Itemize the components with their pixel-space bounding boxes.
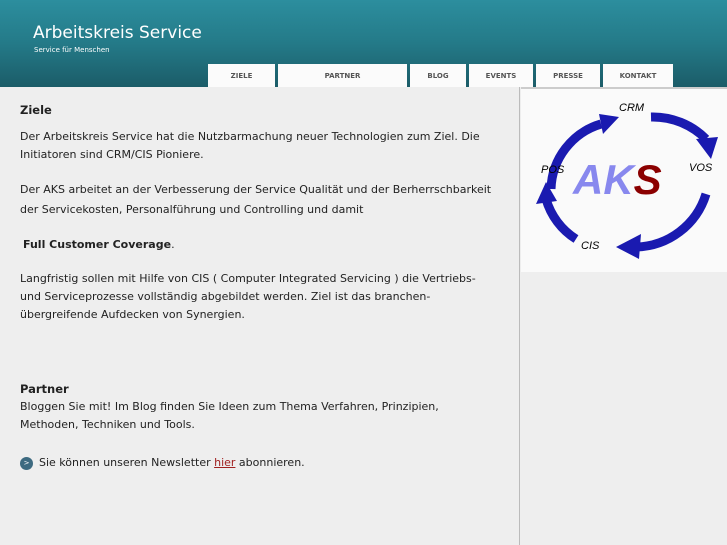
newsletter-line: > Sie können unseren Newsletter hier abon… (20, 454, 499, 472)
nav-partner[interactable]: PARTNER (278, 64, 407, 87)
paragraph: Der Arbeitskreis Service hat die Nutzbar… (20, 130, 480, 161)
heading-ziele: Ziele (20, 103, 52, 117)
arrow-icon (696, 137, 718, 159)
logo-label: CIS (581, 240, 600, 252)
sidebar: CRM VOS CIS POS AKS (521, 87, 727, 545)
bullet-arrow-icon: > (20, 456, 33, 470)
text: Sie können unseren Newsletter (39, 456, 215, 469)
text: . (171, 238, 175, 251)
main-content: Ziele Der Arbeitskreis Service hat die N… (0, 87, 520, 545)
site-subtitle: Service für Menschen (34, 46, 110, 54)
svg-text:AKS: AKS (572, 156, 662, 203)
nav-ziele[interactable]: ZIELE (208, 64, 275, 87)
paragraph: Full Customer Coverage. (23, 236, 499, 254)
arrow-icon (616, 234, 641, 259)
nav-events[interactable]: EVENTS (469, 64, 533, 87)
aks-logo: CRM VOS CIS POS AKS (521, 89, 727, 272)
text: abonnieren. (235, 456, 305, 469)
newsletter-link[interactable]: hier (214, 456, 235, 469)
highlight: Full Customer Coverage (23, 238, 172, 251)
logo-aks: AK (572, 156, 636, 203)
logo-label: VOS (689, 162, 713, 174)
nav-blog[interactable]: BLOG (410, 64, 466, 87)
heading-partner: Partner (20, 382, 69, 396)
nav-kontakt[interactable]: KONTAKT (603, 64, 673, 87)
paragraph: Der AKS arbeitet an der Verbesserung der… (20, 183, 492, 216)
nav-presse[interactable]: PRESSE (536, 64, 600, 87)
paragraph: Langfristig sollen mit Hilfe von CIS ( C… (20, 272, 476, 321)
main-nav: ZIELE PARTNER BLOG EVENTS PRESSE KONTAKT (208, 64, 673, 87)
header: Arbeitskreis Service Service für Mensche… (0, 0, 727, 87)
logo-label: POS (541, 164, 565, 176)
site-title: Arbeitskreis Service (33, 23, 202, 43)
arrow-icon (599, 114, 619, 134)
logo-label: CRM (619, 102, 645, 114)
logo-s: S (634, 156, 662, 203)
paragraph: Bloggen Sie mit! Im Blog finden Sie Idee… (20, 400, 439, 431)
